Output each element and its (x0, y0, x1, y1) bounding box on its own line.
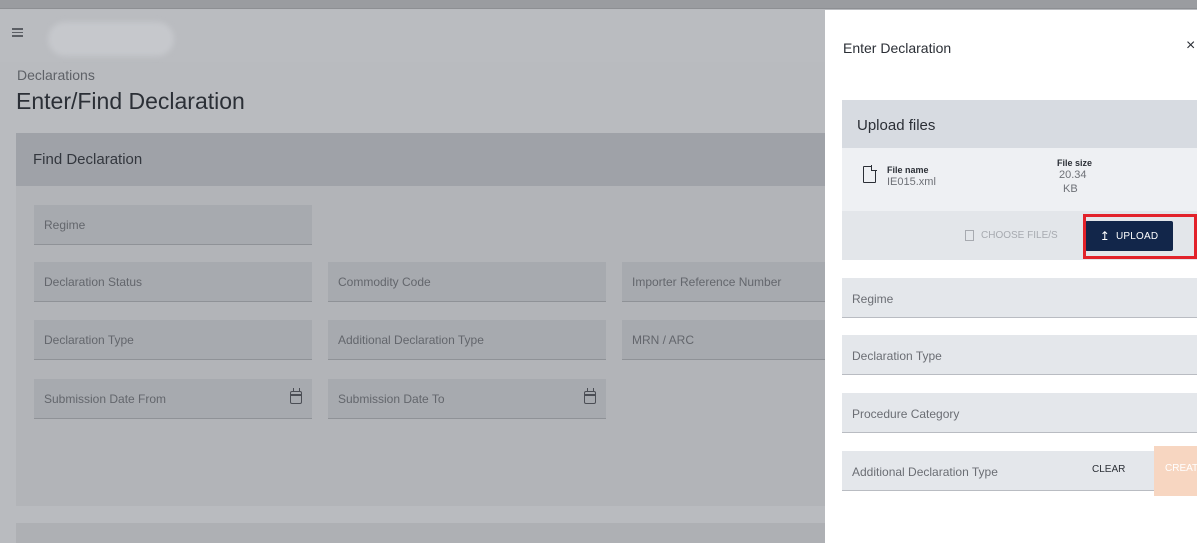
dialog-additional-declaration-type-label: Additional Declaration Type (852, 465, 998, 479)
file-size-value: 20.34 (1059, 169, 1087, 181)
additional-declaration-type-select[interactable]: Additional Declaration Type (328, 320, 606, 360)
upload-files-title: Upload files (857, 117, 936, 134)
importer-reference-number-label: Importer Reference Number (632, 275, 782, 289)
additional-declaration-type-label: Additional Declaration Type (338, 333, 484, 347)
dialog-regime-label: Regime (852, 292, 894, 306)
file-icon (965, 229, 974, 241)
dialog-procedure-category-label: Procedure Category (852, 407, 960, 421)
blurred-user-badge (48, 22, 174, 56)
find-declaration-header[interactable]: Find Declaration (16, 133, 825, 186)
upload-button-highlight (1083, 214, 1197, 259)
mrn-arc-label: MRN / ARC (632, 333, 695, 347)
uploaded-file-row: File name IE015.xml File size 20.34 KB (842, 148, 1197, 211)
file-icon (863, 165, 877, 183)
declaration-type-label: Declaration Type (44, 333, 134, 347)
find-declaration-panel: Find Declaration Regime Declaration Stat… (16, 133, 825, 506)
commodity-code-label: Commodity Code (338, 275, 431, 289)
create-label: CREATE (1165, 463, 1197, 474)
mrn-arc-input[interactable]: MRN / ARC (622, 320, 825, 360)
dialog-declaration-type-select[interactable]: Declaration Type (842, 335, 1197, 375)
calendar-icon[interactable] (290, 388, 302, 404)
commodity-code-input[interactable]: Commodity Code (328, 262, 606, 302)
declaration-type-select[interactable]: Declaration Type (34, 320, 312, 360)
regime-label: Regime (44, 218, 86, 232)
declaration-status-select[interactable]: Declaration Status (34, 262, 312, 302)
declaration-status-label: Declaration Status (44, 275, 143, 289)
page-title: Enter/Find Declaration (16, 88, 245, 114)
file-size-header: File size (1057, 158, 1093, 168)
file-name-value: IE015.xml (887, 176, 936, 188)
dialog-additional-declaration-type-select[interactable]: Additional Declaration Type (842, 451, 1197, 491)
calendar-icon[interactable] (584, 388, 596, 404)
top-border (0, 0, 1197, 9)
importer-reference-number-input[interactable]: Importer Reference Number (622, 262, 825, 302)
enter-declaration-dialog: Enter Declaration × Upload files File na… (825, 10, 1197, 543)
results-panel-edge (16, 523, 825, 543)
choose-files-button[interactable]: CHOOSE FILE/S (965, 226, 1058, 244)
submission-date-to-label: Submission Date To (338, 392, 445, 406)
submission-date-to-input[interactable]: Submission Date To (328, 379, 606, 419)
dialog-regime-select[interactable]: Regime (842, 278, 1197, 318)
regime-select[interactable]: Regime (34, 205, 312, 245)
clear-button[interactable]: CLEAR (1092, 464, 1125, 475)
dialog-declaration-type-label: Declaration Type (852, 349, 942, 363)
hamburger-menu-icon[interactable] (12, 28, 23, 37)
close-icon[interactable]: × (1186, 37, 1195, 55)
submission-date-from-label: Submission Date From (44, 392, 167, 406)
submission-date-from-input[interactable]: Submission Date From (34, 379, 312, 419)
choose-files-label: CHOOSE FILE/S (981, 229, 1058, 241)
dialog-procedure-category-select[interactable]: Procedure Category (842, 393, 1197, 433)
dialog-title: Enter Declaration (843, 40, 952, 56)
upload-files-header: Upload files (842, 100, 1197, 148)
create-button[interactable]: CREATE (1154, 446, 1197, 496)
find-declaration-title: Find Declaration (33, 151, 143, 168)
file-name-header: File name (887, 165, 929, 175)
file-size-unit: KB (1063, 183, 1078, 195)
breadcrumb[interactable]: Declarations (17, 67, 95, 83)
